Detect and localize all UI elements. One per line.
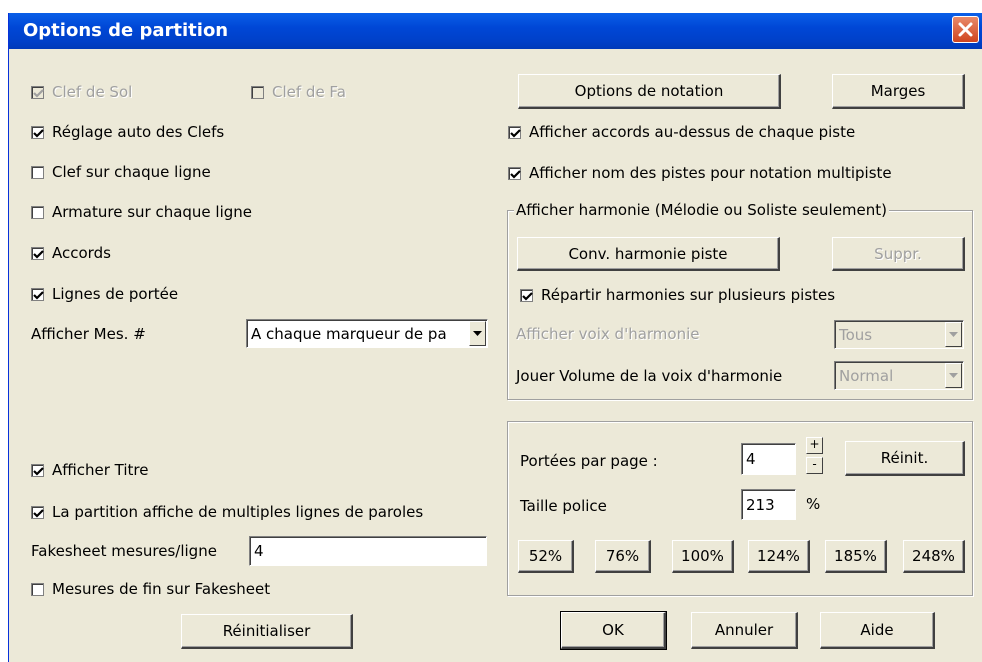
checkmark-icon xyxy=(522,291,533,301)
multiples-paroles-label: La partition affiche de multiples lignes… xyxy=(52,503,424,521)
options-notation-button[interactable]: Options de notation xyxy=(518,74,781,109)
reglage-auto-checkbox[interactable]: Réglage auto des Clefs xyxy=(31,123,224,141)
checkbox-box xyxy=(508,166,521,180)
taille-police-label: Taille police xyxy=(520,497,607,515)
chevron-down-icon xyxy=(949,373,958,378)
portees-input[interactable]: 4 xyxy=(741,443,796,475)
fakesheet-label: Fakesheet mesures/ligne xyxy=(31,542,217,560)
afficher-mes-label: Afficher Mes. # xyxy=(31,325,146,343)
volume-harmonie-value: Normal xyxy=(839,366,894,385)
armature-ligne-label: Armature sur chaque ligne xyxy=(52,203,253,221)
portees-label: Portées par page : xyxy=(520,452,658,470)
repartir-harmonies-label: Répartir harmonies sur plusieurs pistes xyxy=(541,286,836,304)
afficher-mes-value: A chaque marqueur de pa xyxy=(251,324,447,343)
zoom-124-button[interactable]: 124% xyxy=(748,540,810,573)
checkbox-box xyxy=(251,85,264,99)
volume-harmonie-label: Jouer Volume de la voix d'harmonie xyxy=(516,367,783,385)
afficher-titre-checkbox[interactable]: Afficher Titre xyxy=(31,461,149,479)
checkmark-icon xyxy=(33,508,44,518)
dropdown-arrow[interactable] xyxy=(945,363,962,388)
fakesheet-input[interactable]: 4 xyxy=(249,536,487,566)
marges-button[interactable]: Marges xyxy=(832,74,965,109)
minus-button[interactable]: - xyxy=(806,457,823,474)
afficher-nom-pistes-checkbox[interactable]: Afficher nom des pistes pour notation mu… xyxy=(508,164,892,182)
checkbox-box xyxy=(31,125,44,139)
checkbox-box xyxy=(31,582,44,596)
dropdown-arrow[interactable] xyxy=(469,321,486,346)
reinit-button[interactable]: Réinit. xyxy=(845,441,965,476)
afficher-accords-checkbox[interactable]: Afficher accords au-dessus de chaque pis… xyxy=(508,123,855,141)
checkbox-box xyxy=(508,125,521,139)
multiples-paroles-checkbox[interactable]: La partition affiche de multiples lignes… xyxy=(31,503,423,521)
plus-button[interactable]: + xyxy=(806,437,823,454)
checkbox-box xyxy=(31,287,44,301)
checkbox-box xyxy=(31,505,44,519)
checkbox-box xyxy=(31,165,44,179)
lignes-portee-label: Lignes de portée xyxy=(52,285,179,303)
mesures-fin-checkbox[interactable]: Mesures de fin sur Fakesheet xyxy=(31,580,270,598)
conv-harmonie-button[interactable]: Conv. harmonie piste xyxy=(517,237,780,271)
ok-button[interactable]: OK xyxy=(560,611,667,650)
reglage-auto-label: Réglage auto des Clefs xyxy=(52,123,225,141)
checkbox-box xyxy=(31,205,44,219)
accords-checkbox[interactable]: Accords xyxy=(31,244,111,262)
checkmark-icon xyxy=(33,249,44,259)
chevron-down-icon xyxy=(949,332,958,337)
voix-harmonie-value: Tous xyxy=(839,325,873,344)
close-button[interactable] xyxy=(952,16,979,43)
mesures-fin-label: Mesures de fin sur Fakesheet xyxy=(52,580,271,598)
voix-harmonie-label: Afficher voix d'harmonie xyxy=(516,325,700,343)
voix-harmonie-dropdown[interactable]: Tous xyxy=(834,320,964,349)
afficher-mes-dropdown[interactable]: A chaque marqueur de pa xyxy=(246,319,488,348)
zoom-52-button[interactable]: 52% xyxy=(518,540,574,573)
clef-fa-label: Clef de Fa xyxy=(272,83,346,101)
checkmark-icon xyxy=(33,88,44,98)
zoom-248-button[interactable]: 248% xyxy=(903,540,965,573)
clef-sol-label: Clef de Sol xyxy=(52,83,133,101)
checkmark-icon xyxy=(33,128,44,138)
chevron-down-icon xyxy=(473,331,482,336)
taille-police-input[interactable]: 213 xyxy=(741,489,796,520)
aide-button[interactable]: Aide xyxy=(820,612,935,649)
afficher-titre-label: Afficher Titre xyxy=(52,461,149,479)
percent-sign: % xyxy=(806,495,821,513)
checkmark-icon xyxy=(510,128,521,138)
clef-fa-checkbox[interactable]: Clef de Fa xyxy=(251,83,346,101)
title-bar[interactable]: Options de partition xyxy=(9,13,982,49)
afficher-accords-label: Afficher accords au-dessus de chaque pis… xyxy=(529,123,856,141)
afficher-nom-pistes-label: Afficher nom des pistes pour notation mu… xyxy=(529,164,892,182)
clef-ligne-checkbox[interactable]: Clef sur chaque ligne xyxy=(31,163,211,181)
repartir-harmonies-checkbox[interactable]: Répartir harmonies sur plusieurs pistes xyxy=(520,286,835,304)
checkmark-icon xyxy=(510,169,521,179)
lignes-portee-checkbox[interactable]: Lignes de portée xyxy=(31,285,178,303)
zoom-185-button[interactable]: 185% xyxy=(825,540,887,573)
zoom-76-button[interactable]: 76% xyxy=(595,540,651,573)
suppr-button[interactable]: Suppr. xyxy=(832,237,965,271)
close-icon xyxy=(958,22,973,37)
checkmark-icon xyxy=(33,466,44,476)
armature-ligne-checkbox[interactable]: Armature sur chaque ligne xyxy=(31,203,252,221)
volume-harmonie-dropdown[interactable]: Normal xyxy=(834,361,964,390)
checkmark-icon xyxy=(33,290,44,300)
reinitialiser-button[interactable]: Réinitialiser xyxy=(181,614,353,649)
clef-sol-checkbox[interactable]: Clef de Sol xyxy=(31,83,132,101)
dialog-title: Options de partition xyxy=(23,20,229,41)
checkbox-box xyxy=(31,463,44,477)
checkbox-box xyxy=(31,85,44,99)
zoom-100-button[interactable]: 100% xyxy=(672,540,734,573)
accords-label: Accords xyxy=(52,244,111,262)
clef-ligne-label: Clef sur chaque ligne xyxy=(52,163,211,181)
dropdown-arrow[interactable] xyxy=(945,322,962,347)
checkbox-box xyxy=(520,288,533,302)
checkbox-box xyxy=(31,246,44,260)
harmonie-group-title: Afficher harmonie (Mélodie ou Soliste se… xyxy=(514,201,890,219)
annuler-button[interactable]: Annuler xyxy=(691,612,798,649)
